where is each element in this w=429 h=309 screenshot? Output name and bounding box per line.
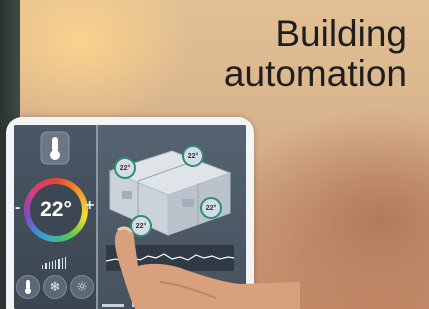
- decrease-button[interactable]: -: [15, 199, 20, 217]
- photo-scene: Building automation - 22° + ❄ ☼ 22° 22° …: [0, 0, 429, 309]
- room-marker[interactable]: 22°: [182, 145, 204, 167]
- increase-button[interactable]: +: [85, 197, 94, 215]
- temperature-dial[interactable]: 22°: [24, 178, 88, 242]
- sun-icon: ☼: [76, 279, 88, 295]
- thermostat-panel: - 22° + ❄ ☼: [14, 125, 96, 309]
- sun-mode-button[interactable]: ☼: [70, 275, 94, 299]
- hand-pointing: [114, 226, 300, 309]
- level-bars-icon: [42, 257, 66, 269]
- headline-line-1: Building: [275, 13, 407, 54]
- room-marker[interactable]: 22°: [200, 197, 222, 219]
- thermometer-small-icon: [25, 280, 31, 294]
- snowflake-icon: ❄: [49, 279, 61, 295]
- temperature-value: 22°: [40, 198, 72, 221]
- headline: Building automation: [224, 14, 407, 94]
- room-marker[interactable]: 22°: [114, 157, 136, 179]
- snowflake-mode-button[interactable]: ❄: [43, 275, 67, 299]
- thermometer-mode-button[interactable]: [16, 275, 40, 299]
- thermometer-icon: [40, 131, 70, 165]
- headline-line-2: automation: [223, 53, 407, 94]
